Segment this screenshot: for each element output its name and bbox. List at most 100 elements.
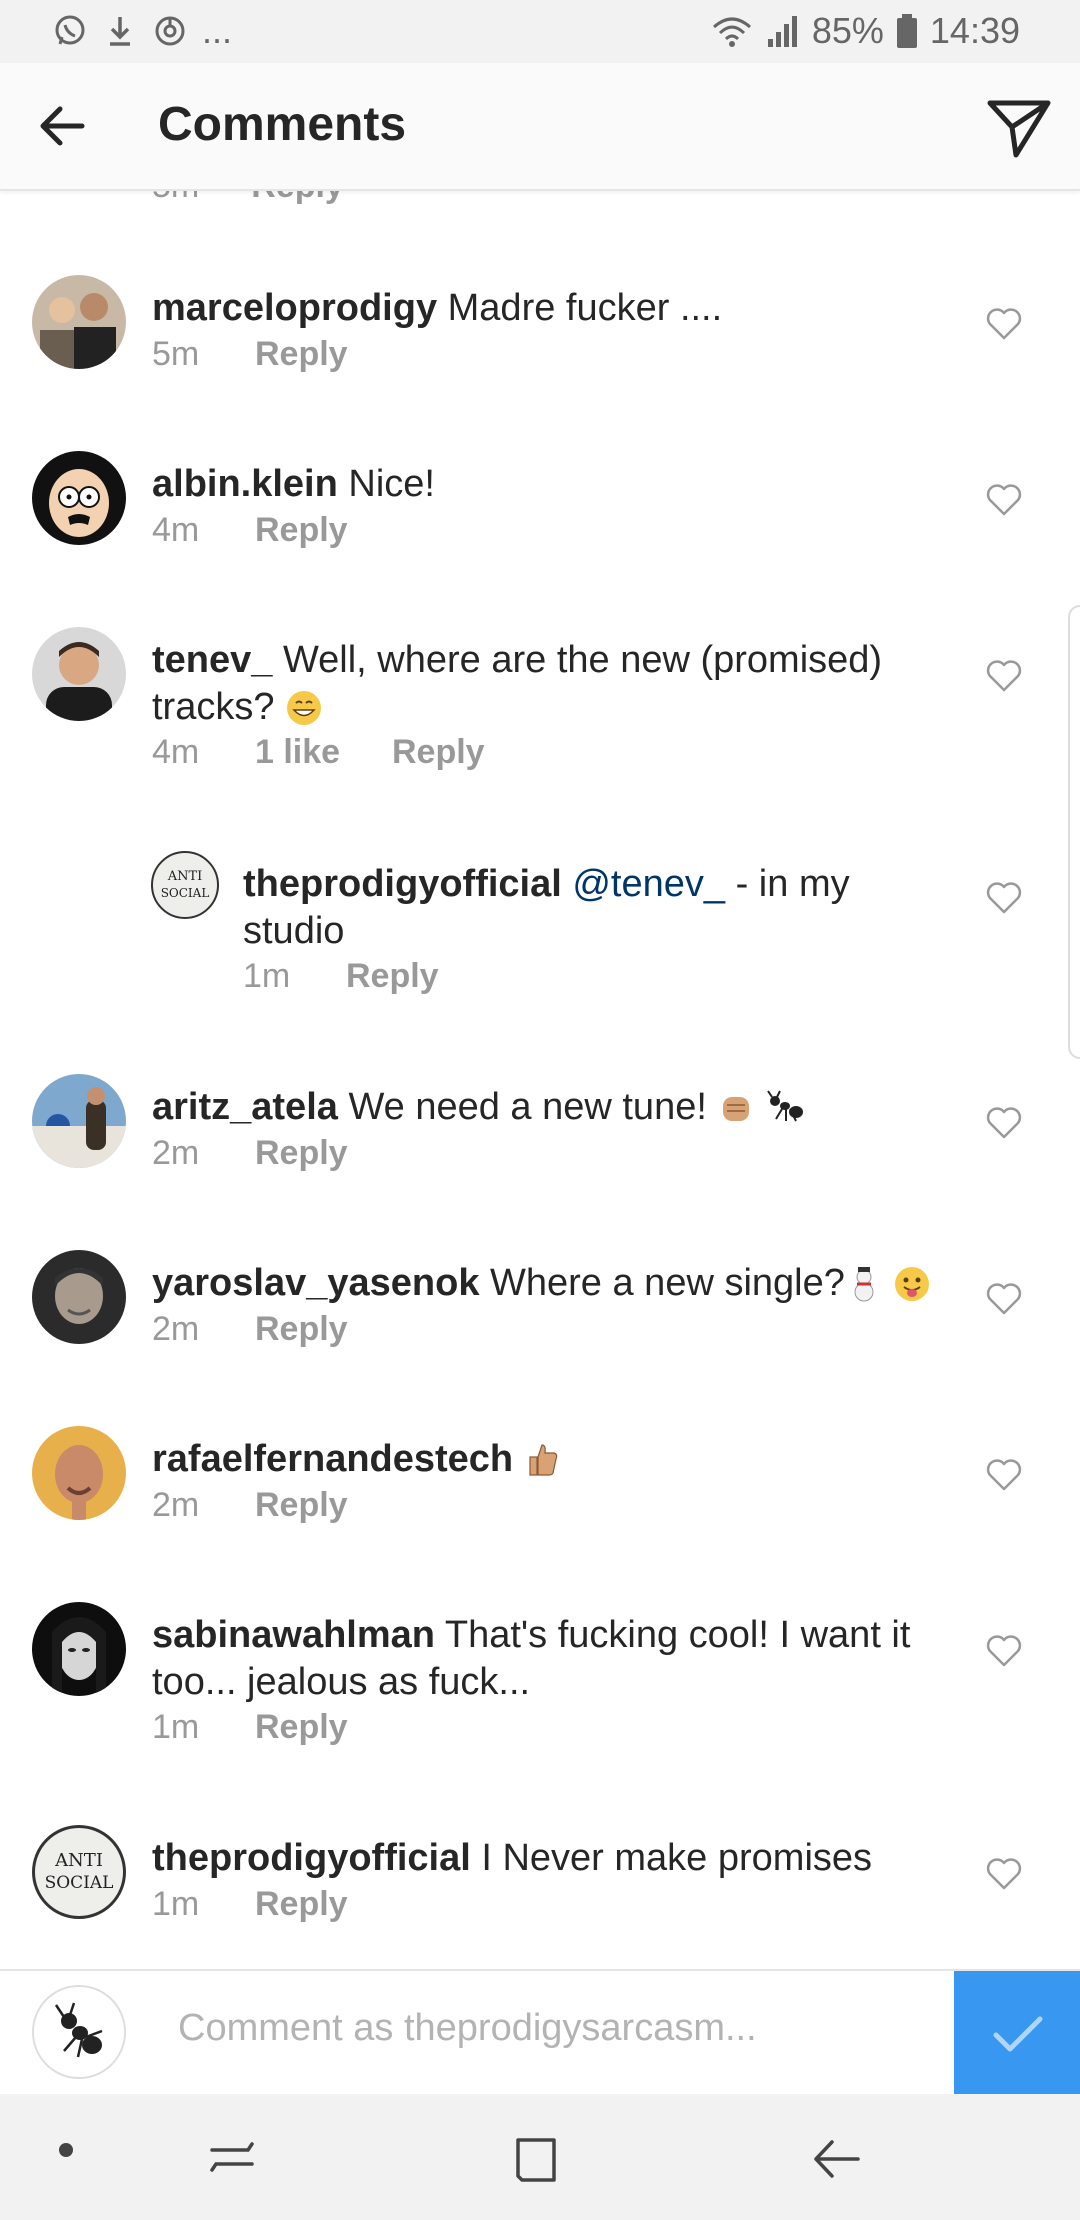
comment-username[interactable]: tenev_: [152, 639, 272, 681]
comment-username[interactable]: rafaelfernandestech: [152, 1438, 513, 1480]
comment-time: 1m: [243, 957, 291, 995]
avatar-photo: [32, 1074, 126, 1168]
like-heart-icon[interactable]: [985, 1632, 1023, 1670]
battery-icon: [896, 14, 917, 48]
comment-time: 2m: [152, 1310, 200, 1348]
avatar[interactable]: [32, 275, 126, 369]
reply-button[interactable]: Reply: [392, 733, 485, 772]
comment-text: aritz_atela We need a new tune!: [152, 1084, 942, 1131]
avatar[interactable]: [32, 1074, 126, 1168]
comment-text: theprodigyofficial I Never make promises: [152, 1835, 942, 1882]
home-icon[interactable]: [508, 2132, 564, 2188]
like-heart-icon[interactable]: [985, 1104, 1023, 1142]
comment-likes[interactable]: 1 like: [255, 733, 392, 772]
comment-username[interactable]: theprodigyofficial: [152, 1837, 471, 1879]
comment-time: 4m: [152, 733, 200, 771]
comment-username[interactable]: yaroslav_yasenok: [152, 1262, 479, 1304]
comment-text: sabinawahlman That's fucking cool! I wan…: [152, 1612, 942, 1706]
avatar[interactable]: ANTI SOCIAL: [32, 1825, 126, 1919]
avatar[interactable]: [32, 1602, 126, 1696]
more-notifications: ...: [202, 10, 233, 51]
battery-percent: 85%: [811, 10, 884, 51]
signal-icon: [767, 16, 797, 47]
like-heart-icon[interactable]: [985, 1456, 1023, 1494]
comment-meta: 2m Reply: [152, 1134, 348, 1173]
scrollbar[interactable]: [1068, 605, 1080, 1059]
reply-button[interactable]: Reply: [255, 1310, 348, 1349]
grinning-emoji-icon: [287, 691, 322, 725]
reply-button[interactable]: Reply: [255, 335, 348, 374]
svg-text:SOCIAL: SOCIAL: [161, 886, 210, 900]
like-heart-icon[interactable]: [985, 1855, 1023, 1893]
comment-time: 4m: [152, 511, 200, 549]
comment-input[interactable]: Comment as theprodigysarcasm...: [178, 2007, 757, 2050]
direct-send-icon[interactable]: [982, 89, 1056, 163]
avatar[interactable]: [32, 627, 126, 721]
comment-body: Nice!: [348, 463, 435, 505]
status-bar: ... 85% 14:39: [0, 0, 1080, 63]
comment-composer: Comment as theprodigysarcasm...: [0, 1969, 1080, 2096]
comment-meta: 4m Reply: [152, 511, 348, 550]
sync-icon: [155, 16, 185, 46]
comment-username[interactable]: sabinawahlman: [152, 1614, 435, 1656]
comment-meta: 5m Reply: [152, 335, 348, 374]
comment-time: 5m: [152, 335, 200, 373]
dot-indicator-icon: [59, 2143, 73, 2157]
like-heart-icon[interactable]: [985, 657, 1023, 695]
comment-meta: 1m Reply: [152, 1885, 348, 1924]
comment-text: theprodigyofficial @tenev_ - in my studi…: [243, 861, 943, 955]
like-heart-icon[interactable]: [985, 879, 1023, 917]
avatar[interactable]: [32, 1426, 126, 1520]
whatsapp-icon: [55, 15, 85, 45]
avatar-photo: [32, 1426, 126, 1520]
current-user-avatar: [32, 1985, 126, 2079]
comment-username[interactable]: theprodigyofficial: [243, 863, 562, 905]
comment-text: albin.klein Nice!: [152, 461, 942, 508]
comment-username[interactable]: marceloprodigy: [152, 287, 437, 329]
recent-apps-icon[interactable]: [204, 2134, 260, 2184]
comment-body: We need a new tune!: [348, 1086, 707, 1128]
like-heart-icon[interactable]: [985, 305, 1023, 343]
header: Comments: [0, 63, 1080, 191]
avatar[interactable]: [32, 451, 126, 545]
reply-button[interactable]: Reply: [251, 189, 344, 205]
partial-comment-meta: 5m Reply: [152, 189, 344, 206]
comment-username[interactable]: aritz_atela: [152, 1086, 338, 1128]
reply-button[interactable]: Reply: [255, 1134, 348, 1173]
clock: 14:39: [929, 10, 1020, 51]
comment-text: marceloprodigy Madre fucker ....: [152, 285, 942, 332]
comment-time: 1m: [152, 1708, 200, 1746]
comment-meta: 1m Reply: [243, 957, 439, 996]
reply-button[interactable]: Reply: [255, 1885, 348, 1924]
avatar-photo: [32, 451, 126, 545]
fist-emoji-icon: [723, 1097, 750, 1121]
reply-button[interactable]: Reply: [255, 511, 348, 550]
like-heart-icon[interactable]: [985, 481, 1023, 519]
system-nav-bar: [0, 2094, 1080, 2220]
mention-link[interactable]: @tenev_: [572, 863, 725, 905]
back-nav-icon[interactable]: [808, 2134, 864, 2184]
reply-button[interactable]: Reply: [255, 1708, 348, 1747]
avatar-photo: [32, 1602, 126, 1696]
comment-text: yaroslav_yasenok Where a new single?: [152, 1260, 942, 1307]
reply-button[interactable]: Reply: [346, 957, 439, 996]
comment-time: 1m: [152, 1885, 200, 1923]
avatar[interactable]: [32, 1250, 126, 1344]
comment-text: rafaelfernandestech: [152, 1436, 942, 1483]
comment-meta: 4m 1 like Reply: [152, 733, 485, 772]
avatar-photo: [32, 627, 126, 721]
comment-text: tenev_ Well, where are the new (promised…: [152, 637, 942, 731]
comment-username[interactable]: albin.klein: [152, 463, 338, 505]
comment-list[interactable]: 5m Reply marceloprodigy Madre fucker ....…: [0, 189, 1080, 1969]
tongue-emoji-icon: [895, 1267, 930, 1301]
like-heart-icon[interactable]: [985, 1280, 1023, 1318]
thumbs-up-emoji-icon: [529, 1444, 557, 1476]
back-arrow-icon[interactable]: [30, 91, 100, 161]
post-button[interactable]: [954, 1971, 1080, 2096]
wifi-icon: [712, 17, 751, 47]
reply-button[interactable]: Reply: [255, 1486, 348, 1525]
svg-text:ANTI: ANTI: [167, 869, 203, 884]
svg-text:SOCIAL: SOCIAL: [45, 1873, 114, 1893]
avatar[interactable]: ANTI SOCIAL: [151, 851, 219, 919]
comment-meta: 1m Reply: [152, 1708, 348, 1747]
